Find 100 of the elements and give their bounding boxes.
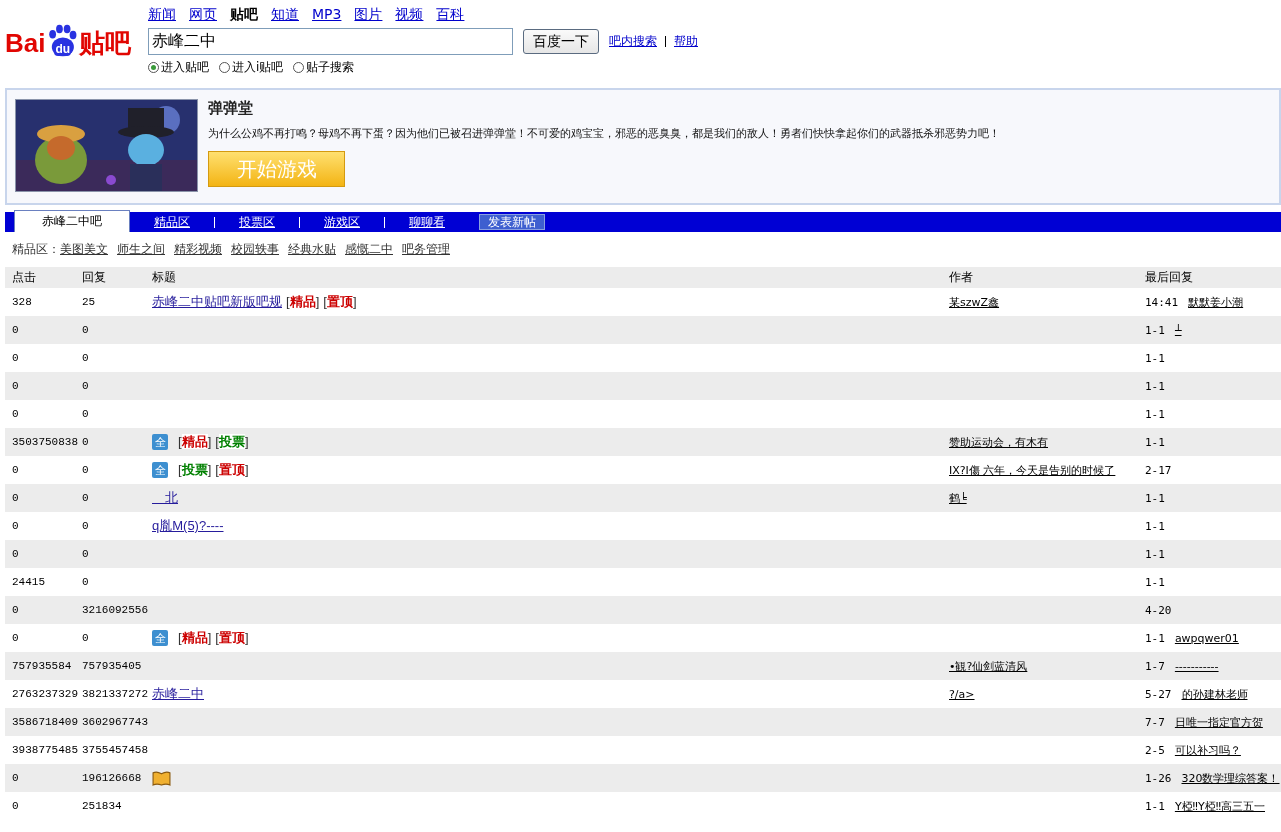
table-cell-text: 0 xyxy=(82,632,90,644)
reply-time: 2-5 xyxy=(1145,743,1165,757)
nav-link[interactable]: MP3 xyxy=(312,6,342,26)
reply-time: 1-1 xyxy=(1145,575,1165,589)
table-cell-text: 757935584 xyxy=(12,660,73,672)
nav-link[interactable]: 贴吧 xyxy=(230,6,258,26)
table-cell-text: 0 xyxy=(12,464,20,476)
header-link[interactable]: 帮助 xyxy=(674,33,698,50)
search-button[interactable]: 百度一下 xyxy=(523,29,599,54)
reply-time: 1-1 xyxy=(1145,435,1165,449)
column-header: 标题 xyxy=(152,269,177,286)
author-link[interactable]: 某szwZ鑫 xyxy=(949,294,1000,310)
reply-time: 5-27 xyxy=(1145,687,1172,701)
category-link[interactable]: 校园轶事 xyxy=(231,241,279,258)
nav-link[interactable]: 知道 xyxy=(271,6,299,26)
last-reply-user-link[interactable]: ----------- xyxy=(1174,659,1219,673)
column-header: 最后回复 xyxy=(1145,269,1194,286)
tab[interactable]: 投票区 xyxy=(215,213,299,231)
table-cell-text: 0 xyxy=(82,380,90,392)
column-header: 回复 xyxy=(82,269,107,286)
radio-button[interactable] xyxy=(219,62,230,73)
table-cell-text: 0 xyxy=(82,520,90,532)
last-reply-user-link[interactable]: Y椏‼Y椏‼高三五一 xyxy=(1174,798,1265,814)
table-cell-text: 3503750838 xyxy=(12,436,79,448)
table-cell-text: 0 xyxy=(12,604,20,616)
category-link[interactable]: 师生之间 xyxy=(117,241,165,258)
table-cell-text: 0 xyxy=(12,632,20,644)
tab[interactable]: 游戏区 xyxy=(300,213,384,231)
nav-link[interactable]: 图片 xyxy=(354,6,383,26)
author-link[interactable]: 鹤╘ xyxy=(949,490,967,506)
author-link[interactable]: •観?仙剑蓝清风 xyxy=(949,658,1028,674)
reply-time: 1-1 xyxy=(1145,631,1165,645)
category-link[interactable]: 吧务管理 xyxy=(402,241,450,258)
radio-button[interactable] xyxy=(293,62,305,73)
table-cell-text: 328 xyxy=(12,296,33,308)
table-cell-text: 0 xyxy=(82,408,90,420)
radio-label[interactable]: 进入贴吧 xyxy=(161,59,209,76)
table-cell-text: 3755457458 xyxy=(82,744,149,756)
category-link[interactable]: 美图美文 xyxy=(60,241,108,258)
last-reply-user-link[interactable]: 可以补习吗？ xyxy=(1174,742,1241,758)
reply-time: 1-1 xyxy=(1145,351,1165,365)
thread-title-link[interactable]: 赤峰二中 xyxy=(152,685,204,703)
table-cell-text: 0 xyxy=(12,492,20,504)
all-badge-icon: 全 xyxy=(152,630,168,646)
table-cell-text: 2763237329 xyxy=(12,688,79,700)
table-cell-text: 0 xyxy=(82,576,90,588)
column-header: 作者 xyxy=(949,269,974,286)
author-link[interactable]: IX?I傷 六年，今天是告别的时候了 xyxy=(949,462,1116,478)
author-link[interactable]: ?/a> xyxy=(949,687,975,701)
table-cell-text: 3938775485 xyxy=(12,744,79,756)
ad-title: 弹弹堂 xyxy=(208,99,253,118)
table-cell-text: 3586718409 xyxy=(12,716,79,728)
last-reply-user-link[interactable]: 的孙建林老师 xyxy=(1181,686,1248,702)
reply-time: 7-7 xyxy=(1145,715,1165,729)
category-link[interactable]: 经典水贴 xyxy=(288,241,336,258)
new-post-button[interactable]: 发表新帖 xyxy=(479,214,545,230)
nav-link[interactable]: 百科 xyxy=(436,6,465,26)
author-link[interactable]: 赞助运动会，有木有 xyxy=(949,434,1048,450)
tab[interactable]: 赤峰二中吧 xyxy=(14,210,130,232)
thread-title-link[interactable]: 北 xyxy=(152,489,178,507)
search-field[interactable]: 赤峰二中 xyxy=(148,28,513,55)
last-reply-user-link[interactable]: awpqwer01 xyxy=(1174,631,1239,645)
category-link[interactable]: 精彩视频 xyxy=(174,241,222,258)
table-cell-text: 3821337272 xyxy=(82,688,149,700)
radio-label[interactable]: 进入i贴吧 xyxy=(232,59,284,76)
all-badge-icon: 全 xyxy=(152,462,168,478)
reply-time: 1-1 xyxy=(1145,379,1165,393)
table-cell-text: 3216092556 xyxy=(82,604,149,616)
book-icon xyxy=(152,770,171,786)
nav-link[interactable]: 视频 xyxy=(395,6,424,26)
radio-label[interactable]: 贴子搜索 xyxy=(306,59,355,76)
table-cell-text: 0 xyxy=(82,548,90,560)
table-cell-text: 251834 xyxy=(82,800,123,812)
table-cell-text: 196126668 xyxy=(82,772,143,784)
last-reply-user-link[interactable]: 320数学理综答案！ xyxy=(1181,770,1280,786)
table-cell-text: 0 xyxy=(12,324,20,336)
thread-title-link[interactable]: 赤峰二中贴吧新版吧规 xyxy=(152,293,282,311)
last-reply-user-link[interactable]: 默默姜小潮 xyxy=(1188,294,1244,310)
radio-button[interactable] xyxy=(148,62,159,73)
table-cell-text: 0 xyxy=(12,408,20,420)
nav-link[interactable]: 新闻 xyxy=(148,6,176,26)
tab[interactable]: 聊聊看 xyxy=(385,213,469,231)
baidu-tieba-logo[interactable]: Bai du 贴吧 xyxy=(5,6,148,58)
table-cell-text: 0 xyxy=(12,520,20,532)
thread-title-link[interactable]: q胤M(5)?---- xyxy=(152,517,224,535)
table-cell-text: 0 xyxy=(12,548,20,560)
all-badge-icon: 全 xyxy=(152,434,168,450)
last-reply-user-link[interactable]: 日唯一指定官方贺 xyxy=(1174,714,1263,730)
table-cell-text: 0 xyxy=(82,324,90,336)
reply-time: 1-1 xyxy=(1145,519,1165,533)
category-link[interactable]: 感慨二中 xyxy=(345,241,393,258)
table-cell-text: 0 xyxy=(12,800,20,812)
nav-link[interactable]: 网页 xyxy=(189,6,217,26)
reply-time: 1-1 xyxy=(1145,799,1165,813)
header-link[interactable]: 吧内搜索 xyxy=(609,33,657,50)
last-reply-user-link[interactable]: ┴ xyxy=(1174,323,1182,337)
table-cell-text: 0 xyxy=(82,492,90,504)
column-header: 点击 xyxy=(12,269,37,286)
tab[interactable]: 精品区 xyxy=(130,213,214,231)
reply-time: 1-1 xyxy=(1145,407,1165,421)
